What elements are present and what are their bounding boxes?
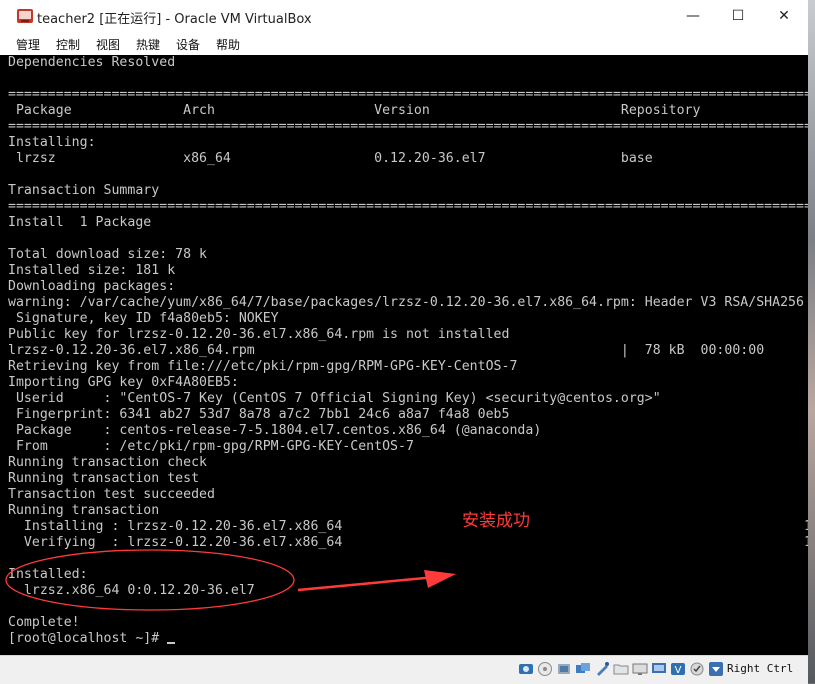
terminal-line: lrzsz-0.12.20-36.el7.x86_64.rpm | 78 kB … bbox=[8, 343, 765, 358]
menu-manage[interactable]: 管理 bbox=[16, 36, 40, 53]
recording-icon[interactable]: V bbox=[670, 661, 686, 677]
menu-devices[interactable]: 设备 bbox=[176, 36, 200, 53]
terminal-line: Package : centos-release-7-5.1804.el7.ce… bbox=[8, 423, 542, 438]
terminal-line: Installed size: 181 k bbox=[8, 263, 176, 278]
vm-console-screen[interactable]: Dependencies Resolved ==================… bbox=[0, 55, 808, 655]
terminal-line: Complete! bbox=[8, 615, 80, 630]
terminal-line: Importing GPG key 0xF4A80EB5: bbox=[8, 375, 239, 390]
terminal-line: Total download size: 78 k bbox=[8, 247, 207, 262]
status-bar: V Right Ctrl bbox=[0, 655, 808, 684]
close-button[interactable]: ✕ bbox=[762, 0, 806, 32]
shell-prompt: [root@localhost ~]# bbox=[8, 631, 168, 646]
terminal-line: lrzsz.x86_64 0:0.12.20-36.el7 bbox=[8, 583, 255, 598]
terminal-line: Installed: bbox=[8, 567, 88, 582]
shared-folder-icon[interactable] bbox=[613, 661, 629, 677]
terminal-line: Signature, key ID f4a80eb5: NOKEY bbox=[8, 311, 279, 326]
keyboard-arrow-icon[interactable] bbox=[708, 661, 724, 677]
terminal-line: Transaction Summary bbox=[8, 183, 160, 198]
terminal-line: ========================================… bbox=[8, 119, 808, 134]
screen-icon[interactable] bbox=[651, 661, 667, 677]
menu-bar: 管理 控制 视图 热键 设备 帮助 bbox=[0, 33, 808, 55]
terminal-line: Downloading packages: bbox=[8, 279, 176, 294]
menu-view[interactable]: 视图 bbox=[96, 36, 120, 53]
terminal-line: Running transaction test bbox=[8, 471, 200, 486]
desktop-background-right bbox=[808, 0, 815, 683]
minimize-icon: — bbox=[686, 8, 700, 24]
menu-control[interactable]: 控制 bbox=[56, 36, 80, 53]
hard-disk-icon[interactable] bbox=[518, 661, 534, 677]
terminal-line: ========================================… bbox=[8, 87, 808, 102]
annotation-label: 安装成功 bbox=[462, 511, 530, 531]
terminal-line: Installing: bbox=[8, 135, 96, 150]
menu-hotkeys[interactable]: 热键 bbox=[136, 36, 160, 53]
terminal-line: From : /etc/pki/rpm-gpg/RPM-GPG-KEY-Cent… bbox=[8, 439, 414, 454]
annotation-arrow-icon bbox=[297, 570, 456, 592]
menu-help[interactable]: 帮助 bbox=[216, 36, 240, 53]
svg-text:V: V bbox=[675, 665, 682, 676]
terminal-line: Dependencies Resolved bbox=[8, 55, 176, 70]
title-bar[interactable]: teacher2 [正在运行] - Oracle VM VirtualBox —… bbox=[0, 0, 808, 33]
terminal-line: Fingerprint: 6341 ab27 53d7 8a78 a7c2 7b… bbox=[8, 407, 510, 422]
terminal-line: Userid : "CentOS-7 Key (CentOS 7 Officia… bbox=[8, 391, 661, 406]
terminal-line: Package Arch Version Repository Size bbox=[8, 103, 808, 118]
maximize-button[interactable]: ☐ bbox=[716, 0, 760, 32]
terminal-line: Installing : lrzsz-0.12.20-36.el7.x86_64… bbox=[8, 519, 808, 534]
terminal-line: Running transaction check bbox=[8, 455, 207, 470]
optical-drive-icon[interactable] bbox=[537, 661, 553, 677]
window-title: teacher2 [正在运行] - Oracle VM VirtualBox bbox=[37, 12, 312, 27]
terminal-line: lrzsz x86_64 0.12.20-36.el7 base 78 k bbox=[8, 151, 808, 166]
maximize-icon: ☐ bbox=[731, 8, 745, 24]
terminal-line: Retrieving key from file:///etc/pki/rpm-… bbox=[8, 359, 518, 374]
close-icon: ✕ bbox=[778, 8, 790, 24]
display-icon[interactable] bbox=[632, 661, 648, 677]
terminal-line: Public key for lrzsz-0.12.20-36.el7.x86_… bbox=[8, 327, 510, 342]
host-key-label: Right Ctrl bbox=[727, 662, 794, 675]
terminal-line: warning: /var/cache/yum/x86_64/7/base/pa… bbox=[8, 295, 804, 310]
network-icon[interactable] bbox=[575, 661, 591, 677]
terminal-line: ========================================… bbox=[8, 199, 808, 214]
virtualization-icon[interactable] bbox=[689, 661, 705, 677]
virtualbox-window: teacher2 [正在运行] - Oracle VM VirtualBox —… bbox=[0, 0, 808, 684]
terminal-line: Install 1 Package bbox=[8, 215, 152, 230]
terminal-line: Verifying : lrzsz-0.12.20-36.el7.x86_64 … bbox=[8, 535, 808, 550]
shell-prompt-line[interactable]: [root@localhost ~]# bbox=[8, 631, 176, 647]
audio-icon[interactable] bbox=[556, 661, 572, 677]
minimize-button[interactable]: — bbox=[671, 0, 715, 32]
usb-icon[interactable] bbox=[594, 661, 610, 677]
virtualbox-app-icon bbox=[17, 9, 33, 23]
text-cursor bbox=[167, 642, 176, 644]
terminal-line: Transaction test succeeded bbox=[8, 487, 215, 502]
terminal-line: Running transaction bbox=[8, 503, 160, 518]
